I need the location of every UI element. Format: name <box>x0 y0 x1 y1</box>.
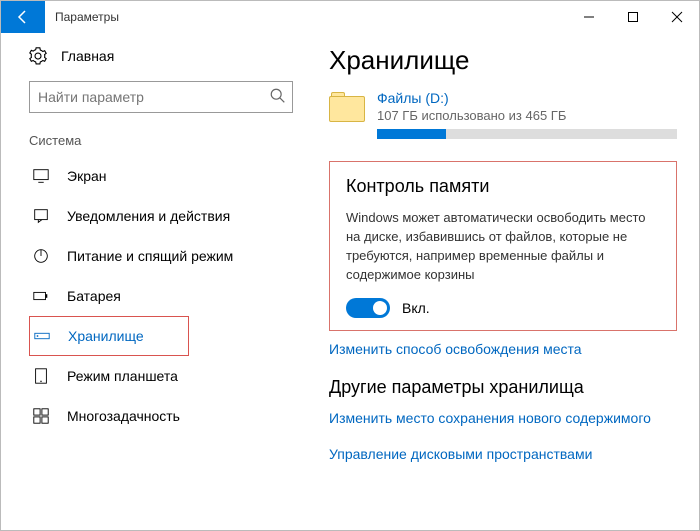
storage-sense-title: Контроль памяти <box>346 176 660 197</box>
usage-bar <box>377 129 677 139</box>
search-box[interactable] <box>29 81 293 113</box>
settings-window: Параметры Главная Система <box>0 0 700 531</box>
storage-sense-toggle[interactable] <box>346 298 390 318</box>
link-change-freeup[interactable]: Изменить способ освобождения места <box>329 341 677 357</box>
close-button[interactable] <box>655 1 699 33</box>
sidebar-item-label: Экран <box>67 168 107 184</box>
sidebar: Главная Система Экран Уведомления и дейс… <box>1 33 321 530</box>
home-link[interactable]: Главная <box>29 47 293 65</box>
minimize-button[interactable] <box>567 1 611 33</box>
tablet-icon <box>31 367 51 385</box>
sidebar-item-display[interactable]: Экран <box>29 156 293 196</box>
storage-icon <box>32 327 52 345</box>
sidebar-item-power[interactable]: Питание и спящий режим <box>29 236 293 276</box>
drive-name: Файлы (D:) <box>377 90 677 106</box>
titlebar: Параметры <box>1 1 699 33</box>
link-change-save-location[interactable]: Изменить место сохранения нового содержи… <box>329 410 677 426</box>
sidebar-item-label: Хранилище <box>68 328 144 344</box>
drive-row[interactable]: Файлы (D:) 107 ГБ использовано из 465 ГБ <box>329 90 677 139</box>
usage-bar-fill <box>377 129 446 139</box>
link-storage-spaces[interactable]: Управление дисковыми пространствами <box>329 446 677 462</box>
drive-usage: 107 ГБ использовано из 465 ГБ <box>377 108 677 123</box>
sidebar-item-notifications[interactable]: Уведомления и действия <box>29 196 293 236</box>
sidebar-item-label: Батарея <box>67 288 121 304</box>
content: Хранилище Файлы (D:) 107 ГБ использовано… <box>321 33 699 530</box>
sidebar-item-multitasking[interactable]: Многозадачность <box>29 396 293 436</box>
multitasking-icon <box>31 407 51 425</box>
sidebar-item-tablet[interactable]: Режим планшета <box>29 356 293 396</box>
gear-icon <box>29 47 47 65</box>
maximize-button[interactable] <box>611 1 655 33</box>
home-label: Главная <box>61 48 114 64</box>
sidebar-item-label: Режим планшета <box>67 368 178 384</box>
sidebar-item-label: Уведомления и действия <box>67 208 230 224</box>
page-title: Хранилище <box>329 45 677 76</box>
folder-icon <box>329 90 365 126</box>
sidebar-item-storage[interactable]: Хранилище <box>29 316 189 356</box>
toggle-state-label: Вкл. <box>402 300 430 316</box>
search-icon <box>269 87 287 108</box>
storage-sense-panel: Контроль памяти Windows может автоматиче… <box>329 161 677 331</box>
sidebar-item-label: Питание и спящий режим <box>67 248 233 264</box>
sidebar-item-battery[interactable]: Батарея <box>29 276 293 316</box>
back-button[interactable] <box>1 1 45 33</box>
toggle-knob <box>373 301 387 315</box>
storage-sense-desc: Windows может автоматически освободить м… <box>346 209 660 284</box>
search-input[interactable] <box>29 81 293 113</box>
notifications-icon <box>31 207 51 225</box>
power-icon <box>31 247 51 265</box>
sidebar-item-label: Многозадачность <box>67 408 180 424</box>
section-label: Система <box>29 133 293 148</box>
drive-info: Файлы (D:) 107 ГБ использовано из 465 ГБ <box>377 90 677 139</box>
display-icon <box>31 167 51 185</box>
battery-icon <box>31 287 51 305</box>
other-params-heading: Другие параметры хранилища <box>329 377 677 398</box>
window-title: Параметры <box>45 1 567 33</box>
